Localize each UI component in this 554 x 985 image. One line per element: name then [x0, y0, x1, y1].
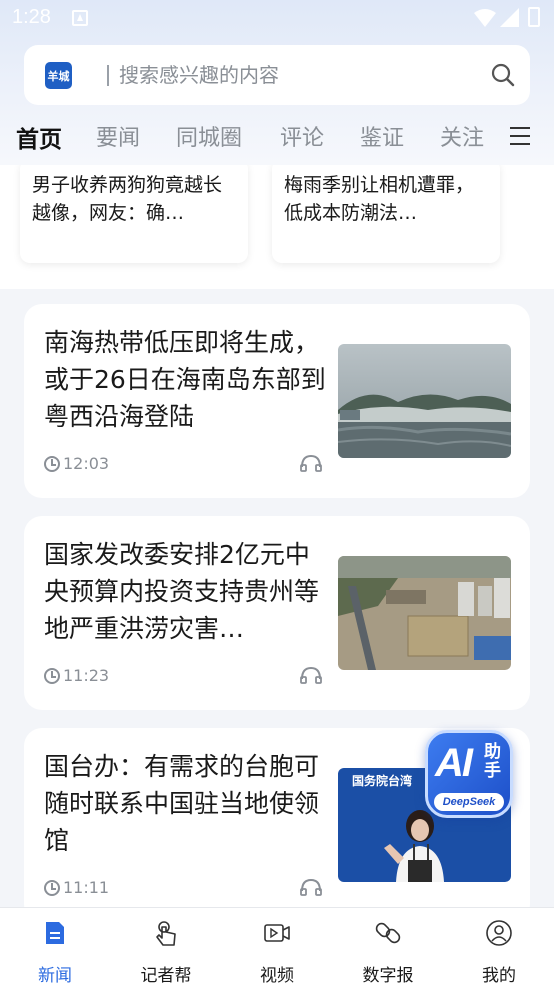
- featured-card[interactable]: 男子收养两狗狗竟越长越像，网友：确…: [20, 165, 248, 263]
- headphones-icon[interactable]: [300, 454, 322, 472]
- news-card[interactable]: 南海热带低压即将生成，或于26日在海南岛东部到粤西沿海登陆 12:03: [24, 304, 530, 498]
- app-logo-text: 羊城: [47, 69, 70, 83]
- news-time-text: 11:23: [63, 666, 110, 685]
- status-bar: 1:28: [0, 0, 554, 38]
- search-input[interactable]: [119, 60, 479, 90]
- nav-label: 数字报: [362, 966, 414, 985]
- news-title: 南海热带低压即将生成，或于26日在海南岛东部到粤西沿海登陆: [44, 328, 326, 431]
- nav-label: 新闻: [38, 966, 72, 985]
- status-time: 1:28: [12, 6, 51, 28]
- clock-icon: [44, 667, 60, 684]
- news-timestamp: 11:23: [44, 666, 109, 685]
- featured-carousel: 男子收养两狗狗竟越长越像，网友：确… 梅雨季别让相机遭罪，低成本防潮法…: [0, 165, 554, 289]
- bottom-nav: 新闻 记者帮 视频 数字报 我的: [0, 907, 554, 985]
- nav-news[interactable]: 新闻: [0, 908, 110, 985]
- news-card[interactable]: 国家发改委安排2亿元中央预算内投资支持贵州等地严重洪涝灾害… 11:23: [24, 516, 530, 710]
- news-time-text: 12:03: [63, 454, 110, 473]
- tab-verify[interactable]: 鉴证: [360, 120, 404, 152]
- headphones-icon[interactable]: [300, 666, 322, 684]
- featured-card-title: 梅雨季别让相机遭罪，低成本防潮法…: [284, 174, 475, 224]
- news-thumbnail: [338, 344, 511, 458]
- featured-card-title: 男子收养两狗狗竟越长越像，网友：确…: [32, 174, 223, 224]
- channel-menu-icon[interactable]: [510, 127, 530, 145]
- news-thumbnail: [338, 556, 511, 670]
- news-title: 国家发改委安排2亿元中央预算内投资支持贵州等地严重洪涝灾害…: [44, 540, 320, 643]
- search-bar[interactable]: 羊城: [24, 45, 530, 105]
- news-time-text: 11:11: [63, 878, 110, 897]
- user-icon: [486, 920, 512, 946]
- news-timestamp: 11:11: [44, 878, 109, 897]
- notification-icon: [72, 10, 88, 26]
- news-title: 国台办：有需求的台胞可随时联系中国驻当地使领馆: [44, 752, 320, 855]
- tab-local-circle[interactable]: 同城圈: [176, 120, 242, 152]
- battery-icon: [528, 7, 540, 27]
- video-icon: [264, 924, 290, 942]
- tab-comment[interactable]: 评论: [280, 120, 324, 152]
- ai-badge-side: 助手: [484, 742, 501, 781]
- channel-tabs: 首页 要闻 同城圈 评论 鉴证 关注: [0, 112, 554, 160]
- search-icon[interactable]: [490, 62, 516, 88]
- clock-icon: [44, 455, 60, 472]
- ai-badge-main: AI: [435, 741, 473, 785]
- clock-icon: [44, 879, 60, 896]
- tab-follow[interactable]: 关注: [440, 120, 484, 152]
- nav-label: 我的: [482, 966, 516, 985]
- wifi-icon: [474, 9, 496, 27]
- ai-badge-sub: DeepSeek: [434, 793, 504, 811]
- ai-assistant-button[interactable]: AI 助手 DeepSeek: [425, 730, 513, 818]
- nav-label: 记者帮: [140, 966, 192, 985]
- nav-label: 视频: [260, 966, 294, 985]
- link-icon: [375, 922, 401, 944]
- tab-home[interactable]: 首页: [16, 120, 62, 154]
- search-divider: [107, 65, 109, 86]
- app-logo-icon: 羊城: [45, 62, 72, 89]
- nav-video[interactable]: 视频: [222, 908, 332, 985]
- nav-reporter-help[interactable]: 记者帮: [111, 908, 221, 985]
- featured-card[interactable]: 梅雨季别让相机遭罪，低成本防潮法…: [272, 165, 500, 263]
- nav-mine[interactable]: 我的: [444, 908, 554, 985]
- signal-icon: [500, 8, 519, 27]
- hand-tap-icon: [156, 921, 176, 946]
- news-timestamp: 12:03: [44, 454, 109, 473]
- headphones-icon[interactable]: [300, 878, 322, 896]
- news-doc-icon: [46, 922, 64, 944]
- nav-digital-paper[interactable]: 数字报: [333, 908, 443, 985]
- tab-headlines[interactable]: 要闻: [96, 120, 140, 152]
